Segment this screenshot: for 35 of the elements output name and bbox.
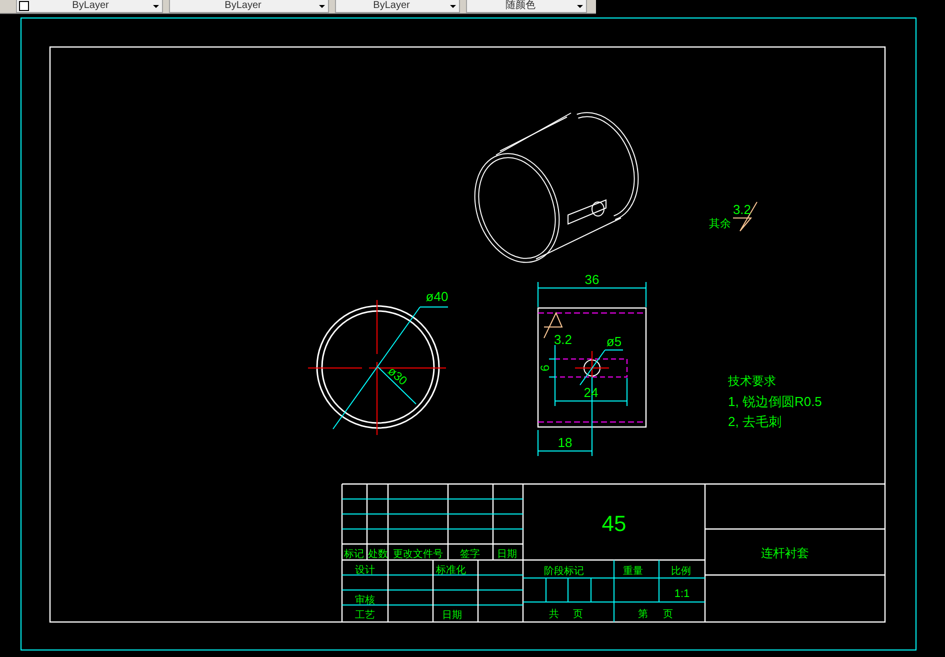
layer-dropdown[interactable]: ByLayer <box>16 0 163 13</box>
sheet-label: 共 <box>549 609 559 620</box>
table-label: 工艺 <box>355 610 375 621</box>
sheet-label: 第 <box>638 609 648 620</box>
scale-value: 1:1 <box>674 588 690 600</box>
roughness-value: 3.2 <box>554 332 572 347</box>
roughness-value: 3.2 <box>732 202 752 217</box>
sheet-label: 页 <box>663 609 673 620</box>
table-header: 更改文件号 <box>393 549 443 560</box>
table-label: 设计 <box>355 565 375 576</box>
material-text: 45 <box>602 511 626 536</box>
dimension-text: ø30 <box>385 364 410 388</box>
table-header: 重量 <box>623 566 643 577</box>
requirement-text: 2, 去毛刺 <box>728 414 782 429</box>
table-header: 比例 <box>671 566 691 577</box>
table-label: 审核 <box>355 595 375 606</box>
dimension-text: ø40 <box>426 289 448 304</box>
table-header: 签字 <box>460 549 480 560</box>
dimension-text: 6 <box>538 364 552 372</box>
dimension-text: ø5 <box>606 334 622 349</box>
layer-dropdown[interactable]: ByLayer <box>169 0 329 13</box>
table-header: 处数 <box>368 549 388 560</box>
table-label: 标准化 <box>436 565 466 576</box>
requirements-title: 技术要求 <box>728 374 776 388</box>
dimension-text: 18 <box>558 435 572 450</box>
part-name: 连杆衬套 <box>761 546 809 560</box>
table-header: 日期 <box>497 549 517 560</box>
table-header: 阶段标记 <box>544 566 584 577</box>
sheet-label: 页 <box>573 609 583 620</box>
layer-dropdown[interactable]: ByLayer <box>335 0 460 13</box>
dimension-text: 36 <box>584 272 600 287</box>
table-header: 标记 <box>344 549 364 560</box>
requirement-text: 1, 锐边倒圆R0.5 <box>728 394 822 409</box>
surface-finish-label: 其余 <box>709 218 731 230</box>
table-label: 日期 <box>442 610 462 621</box>
